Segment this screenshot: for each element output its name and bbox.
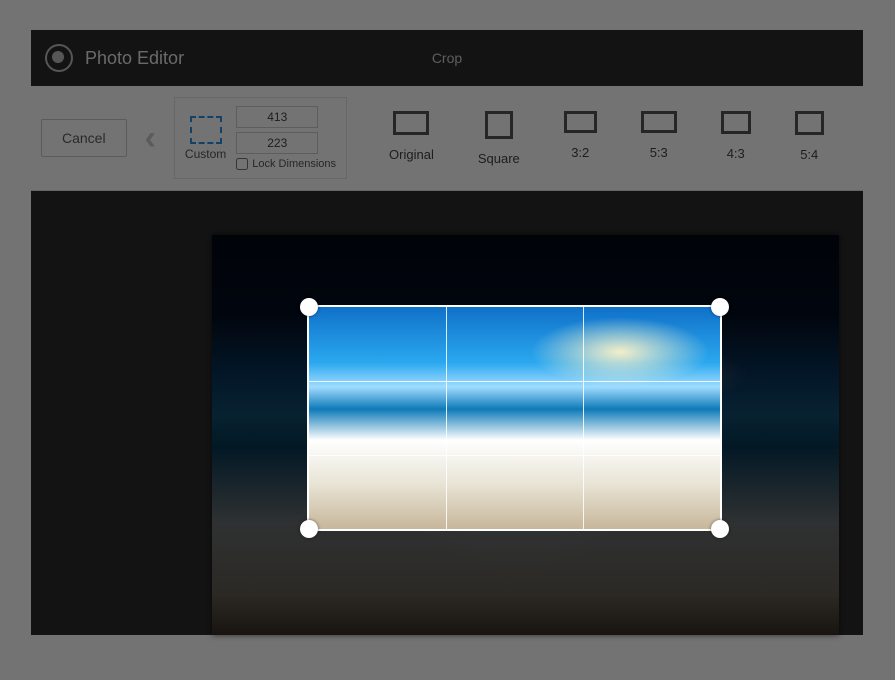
crop-preview-clouds	[530, 317, 710, 387]
app-title: Photo Editor	[85, 48, 184, 69]
crop-grid-line	[309, 455, 720, 456]
preset-3-2-icon	[564, 111, 597, 133]
crop-toolbar: Cancel ‹ Custom Lock Dimensions Original	[31, 86, 863, 191]
height-input[interactable]	[236, 132, 318, 154]
preset-5-3-label: 5:3	[650, 145, 668, 160]
preset-5-3[interactable]: 5:3	[641, 111, 677, 166]
preset-row: Original Square 3:2 5:3 4:3 5:4	[389, 111, 824, 166]
mode-title: Crop	[432, 50, 462, 66]
crop-handle-top-right[interactable]	[711, 298, 729, 316]
app-frame: Photo Editor Crop Cancel ‹ Custom Lock D…	[31, 30, 863, 635]
custom-crop-block: Custom Lock Dimensions	[174, 97, 347, 179]
crop-handle-top-left[interactable]	[300, 298, 318, 316]
preset-5-4-label: 5:4	[800, 147, 818, 162]
lock-dimensions-row[interactable]: Lock Dimensions	[236, 158, 336, 170]
preset-original-label: Original	[389, 147, 434, 162]
preset-square-label: Square	[478, 151, 520, 166]
back-chevron-icon[interactable]: ‹	[145, 121, 156, 155]
dimension-inputs: Lock Dimensions	[236, 106, 336, 170]
preset-4-3[interactable]: 4:3	[721, 111, 751, 166]
crop-grid-line	[583, 307, 584, 529]
preset-4-3-icon	[721, 111, 751, 134]
header-bar: Photo Editor Crop	[31, 30, 863, 86]
crop-handle-bottom-left[interactable]	[300, 520, 318, 538]
preset-5-4-icon	[795, 111, 824, 135]
preset-3-2-label: 3:2	[571, 145, 589, 160]
custom-label: Custom	[185, 147, 226, 161]
cancel-button[interactable]: Cancel	[41, 119, 127, 157]
canvas-area	[31, 191, 863, 635]
custom-preset[interactable]: Custom	[185, 116, 226, 161]
width-input[interactable]	[236, 106, 318, 128]
preset-5-4[interactable]: 5:4	[795, 111, 824, 166]
preset-4-3-label: 4:3	[727, 146, 745, 161]
preset-square-icon	[485, 111, 513, 139]
app-logo-icon	[45, 44, 73, 72]
crop-handle-bottom-right[interactable]	[711, 520, 729, 538]
crop-selection[interactable]	[309, 307, 720, 529]
preset-original-icon	[393, 111, 429, 135]
preset-original[interactable]: Original	[389, 111, 434, 166]
preset-3-2[interactable]: 3:2	[564, 111, 597, 166]
lock-dimensions-checkbox[interactable]	[236, 158, 248, 170]
lock-dimensions-label: Lock Dimensions	[252, 158, 336, 170]
crop-grid-line	[309, 381, 720, 382]
custom-crop-icon	[190, 116, 222, 144]
crop-grid-line	[446, 307, 447, 529]
preset-square[interactable]: Square	[478, 111, 520, 166]
preset-5-3-icon	[641, 111, 677, 133]
